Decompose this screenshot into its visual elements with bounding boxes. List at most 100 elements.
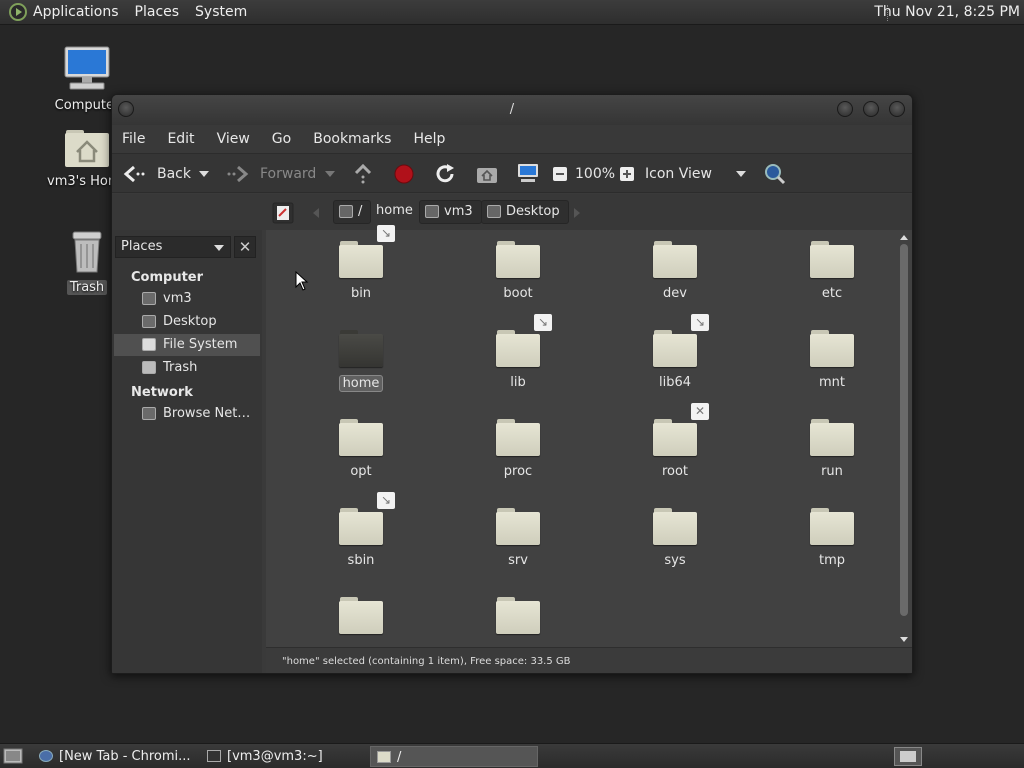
- file-item[interactable]: home: [301, 330, 421, 392]
- file-item[interactable]: [458, 597, 578, 635]
- breadcrumb-home[interactable]: home: [356, 200, 421, 224]
- menu-bookmarks[interactable]: Bookmarks: [313, 131, 391, 147]
- file-item[interactable]: srv: [458, 508, 578, 568]
- symlink-emblem-icon: ↘: [691, 314, 709, 331]
- clock[interactable]: Thu Nov 21, 8:25 PM: [874, 4, 1020, 20]
- computer-icon[interactable]: [516, 162, 540, 184]
- file-item[interactable]: proc: [458, 419, 578, 479]
- home-folder-icon: [65, 130, 109, 167]
- file-item[interactable]: mnt: [772, 330, 892, 390]
- folder-icon: [810, 241, 854, 279]
- menu-view[interactable]: View: [217, 131, 250, 147]
- file-name: srv: [508, 553, 528, 568]
- task-chromium[interactable]: [New Tab - Chromi...: [33, 746, 201, 767]
- folder-icon: ↘: [653, 314, 709, 368]
- home-folder-icon: [142, 292, 156, 305]
- sidebar-item-desktop[interactable]: Desktop: [114, 311, 260, 333]
- crumb-left-arrow-icon[interactable]: [312, 207, 320, 219]
- file-item[interactable]: sys: [615, 508, 735, 568]
- sidebar-heading-computer: Computer: [131, 270, 204, 285]
- scrollbar-thumb[interactable]: [900, 244, 908, 616]
- vertical-scrollbar[interactable]: [899, 234, 909, 644]
- desktop-folder-icon: [487, 205, 501, 218]
- file-item[interactable]: ✕ root: [615, 403, 735, 479]
- home-icon[interactable]: [476, 164, 498, 184]
- view-mode-select[interactable]: Icon View: [645, 166, 712, 182]
- symlink-emblem-icon: ↘: [377, 492, 395, 509]
- file-name: dev: [663, 286, 687, 301]
- file-item[interactable]: dev: [615, 241, 735, 301]
- sidebar-item-browse-network[interactable]: Browse Net…: [114, 403, 260, 425]
- up-arrow-icon[interactable]: [353, 163, 373, 185]
- file-item[interactable]: ↘ lib64: [615, 314, 735, 390]
- minimize-button[interactable]: [837, 101, 853, 117]
- file-item[interactable]: boot: [458, 241, 578, 301]
- sidebar-close-button[interactable]: ✕: [234, 236, 256, 258]
- search-icon[interactable]: [764, 163, 786, 185]
- file-item[interactable]: ↘ sbin: [301, 492, 421, 568]
- scroll-up-arrow-icon[interactable]: [900, 234, 908, 240]
- status-bar: "home" selected (containing 1 item), Fre…: [266, 647, 912, 673]
- back-history-chevron-icon[interactable]: [198, 170, 210, 178]
- file-item[interactable]: tmp: [772, 508, 892, 568]
- file-item[interactable]: ↘ bin: [301, 225, 421, 301]
- forward-button[interactable]: Forward: [260, 166, 316, 182]
- breadcrumb-vm3[interactable]: vm3: [419, 200, 482, 224]
- file-item[interactable]: etc: [772, 241, 892, 301]
- window-titlebar[interactable]: /: [112, 95, 912, 125]
- forward-history-chevron-icon[interactable]: [324, 170, 336, 178]
- zoom-in-icon[interactable]: [619, 166, 635, 182]
- menu-applications[interactable]: Applications: [33, 4, 119, 20]
- workspace-switcher-icon[interactable]: [894, 747, 922, 766]
- forward-arrow-icon[interactable]: [226, 164, 250, 184]
- toggle-location-edit-icon[interactable]: [272, 202, 294, 224]
- file-item[interactable]: [301, 597, 421, 635]
- stop-icon[interactable]: [394, 164, 414, 184]
- bottom-panel: [New Tab - Chromi... [vm3@vm3:~] /: [0, 743, 1024, 768]
- file-name: sbin: [347, 553, 375, 568]
- file-item[interactable]: opt: [301, 419, 421, 479]
- task-terminal[interactable]: [vm3@vm3:~]: [201, 746, 368, 767]
- menu-system[interactable]: System: [195, 4, 247, 20]
- back-button[interactable]: Back: [157, 166, 191, 182]
- back-arrow-icon[interactable]: [122, 164, 146, 184]
- menu-help[interactable]: Help: [413, 131, 445, 147]
- menu-file[interactable]: File: [122, 131, 145, 147]
- symlink-emblem-icon: ↘: [534, 314, 552, 331]
- sidebar-item-trash[interactable]: Trash: [114, 357, 260, 379]
- crumb-right-arrow-icon[interactable]: [573, 207, 581, 219]
- trash-icon: [72, 231, 102, 273]
- folder-icon: ↘: [339, 225, 395, 279]
- file-name: run: [821, 464, 843, 479]
- zoom-out-icon[interactable]: [552, 166, 568, 182]
- file-view[interactable]: ↘ bin boot dev etc home ↘ lib ↘ lib64 mnt opt proc ✕ r…: [266, 225, 912, 673]
- menubar: File Edit View Go Bookmarks Help: [112, 125, 912, 153]
- maximize-button[interactable]: [863, 101, 879, 117]
- menu-go[interactable]: Go: [272, 131, 291, 147]
- sidebar-item-file-system[interactable]: File System: [114, 334, 260, 356]
- reload-icon[interactable]: [435, 163, 457, 185]
- mate-logo-icon[interactable]: [9, 3, 27, 21]
- window-title: /: [509, 102, 515, 117]
- location-bar: / home vm3 Desktop: [112, 194, 912, 230]
- show-desktop-icon[interactable]: [3, 748, 23, 764]
- sidebar-item-vm3[interactable]: vm3: [114, 288, 260, 310]
- file-name: bin: [350, 286, 372, 301]
- chevron-down-icon[interactable]: [735, 170, 747, 178]
- window-menu-button[interactable]: [118, 101, 134, 117]
- task-file-manager[interactable]: /: [370, 746, 538, 767]
- file-item[interactable]: ↘ lib: [458, 314, 578, 390]
- folder-icon: [496, 419, 540, 457]
- sidebar-mode-select[interactable]: Places: [115, 236, 231, 258]
- file-item[interactable]: run: [772, 419, 892, 479]
- scroll-down-arrow-icon[interactable]: [900, 637, 908, 643]
- file-manager-window: / File Edit View Go Bookmarks Help Back …: [111, 94, 913, 674]
- close-button[interactable]: [889, 101, 905, 117]
- trash-icon: [142, 361, 156, 374]
- menu-places[interactable]: Places: [135, 4, 180, 20]
- breadcrumb-desktop[interactable]: Desktop: [481, 200, 569, 224]
- folder-icon: [339, 419, 383, 457]
- file-name: lib64: [658, 375, 692, 390]
- menu-edit[interactable]: Edit: [167, 131, 194, 147]
- places-sidebar: Places ✕ Computer vm3 Desktop File Syste…: [112, 230, 262, 673]
